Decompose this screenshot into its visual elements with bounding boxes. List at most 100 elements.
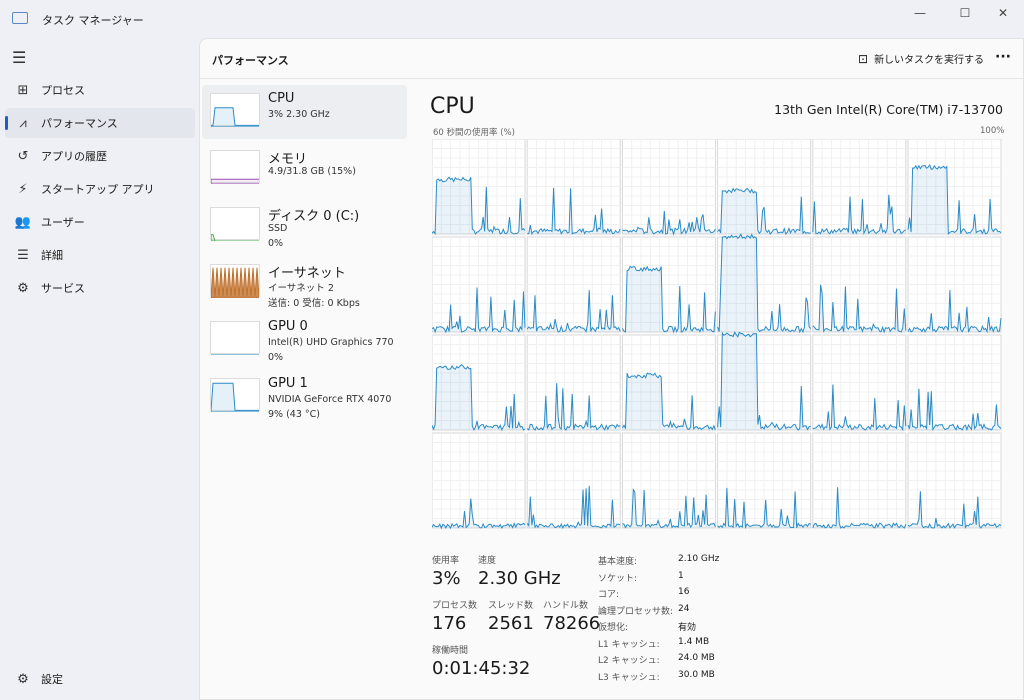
- new-task-icon: ⊡: [858, 51, 869, 66]
- spec-value: 30.0 MB: [678, 669, 715, 680]
- maximize-button[interactable]: ☐: [950, 6, 980, 24]
- logical-processor-graph: [432, 334, 526, 432]
- device-thumbnail-graph: [210, 264, 262, 299]
- device-thumbnail-graph: [210, 321, 261, 356]
- cpu-model: 13th Gen Intel(R) Core(TM) i7-13700: [774, 102, 1003, 117]
- spec-label: 論理プロセッサ数:: [598, 606, 674, 617]
- device-item[interactable]: CPU 3% 2.30 GHz: [202, 85, 407, 139]
- device-name: CPU: [268, 91, 295, 106]
- history-icon: ↺: [17, 148, 29, 164]
- device-detail: NVIDIA GeForce RTX 4070: [268, 394, 392, 405]
- run-new-task-button[interactable]: ⊡ 新しいタスクを実行する: [858, 51, 985, 67]
- close-button[interactable]: ✕: [988, 6, 1018, 24]
- uptime-label: 稼働時間: [432, 646, 469, 656]
- services-icon: ⚙: [17, 280, 29, 296]
- sidebar-item-5[interactable]: ☰ 詳細: [5, 240, 195, 270]
- device-name: イーサネット: [268, 266, 346, 281]
- logical-processor-graph: [526, 236, 621, 333]
- performance-icon: ⩘: [19, 115, 27, 131]
- spec-label: 仮想化:: [598, 623, 629, 633]
- sidebar-item-label: パフォーマンス: [41, 117, 118, 130]
- spec-label: L3 キャッシュ:: [598, 672, 660, 683]
- logical-processor-graph: [432, 432, 526, 530]
- sidebar-item-2[interactable]: ↺ アプリの履歴: [5, 141, 195, 171]
- processes-value: 176: [432, 613, 467, 634]
- device-thumbnail-graph: [210, 378, 262, 413]
- sidebar-item-1[interactable]: ⩘ パフォーマンス: [5, 108, 195, 138]
- device-detail: イーサネット 2: [268, 283, 334, 294]
- logical-processor-graph: [907, 334, 1002, 432]
- spec-value: 24.0 MB: [678, 653, 715, 663]
- spec-label: 基本速度:: [598, 557, 638, 567]
- more-options-button[interactable]: ···: [995, 49, 1011, 65]
- spec-label: L2 キャッシュ:: [598, 656, 660, 666]
- device-thumbnail-graph: [210, 93, 262, 128]
- sidebar-item-6[interactable]: ⚙ サービス: [5, 273, 195, 303]
- task-manager-icon: [12, 12, 28, 24]
- device-item[interactable]: ディスク 0 (C:) SSD 0%: [202, 199, 407, 253]
- page-header: パフォーマンス ⊡ 新しいタスクを実行する ···: [200, 39, 1024, 79]
- run-new-task-label: 新しいタスクを実行する: [874, 55, 985, 66]
- logical-processor-graph: [526, 432, 621, 529]
- device-name: ディスク 0 (C:): [268, 209, 360, 224]
- device-thumbnail-graph: [210, 207, 261, 242]
- handles-label: ハンドル数: [543, 601, 589, 611]
- logical-processor-graph: [526, 334, 621, 431]
- sidebar-item-label: 設定: [41, 673, 63, 686]
- logical-processor-graphs: [432, 139, 1002, 530]
- device-detail: 送信: 0 受信: 0 Kbps: [268, 298, 360, 309]
- sidebar-item-label: プロセス: [41, 84, 85, 97]
- logical-processor-graph: [432, 236, 526, 334]
- spec-value: 24: [678, 603, 690, 614]
- spec-value: 16: [678, 587, 690, 597]
- spec-value: 1.4 MB: [678, 636, 710, 647]
- sidebar-item-label: スタートアップ アプリ: [41, 183, 155, 196]
- spec-label: コア:: [598, 590, 620, 600]
- logical-processor-graph: [717, 432, 812, 530]
- device-name: GPU 1: [268, 376, 308, 391]
- logical-processor-graph: [812, 334, 907, 432]
- logical-processor-graph: [812, 432, 907, 529]
- device-item[interactable]: GPU 0 Intel(R) UHD Graphics 770 0%: [202, 313, 407, 367]
- device-item[interactable]: GPU 1 NVIDIA GeForce RTX 4070 9% (43 °C): [202, 370, 407, 424]
- logical-processor-graph: [621, 334, 716, 431]
- logical-processor-graph: [432, 139, 526, 236]
- title-bar: タスク マネージャー — ☐ ✕: [0, 0, 1024, 38]
- startup-icon: ⚡: [18, 181, 28, 197]
- sidebar-item-4[interactable]: 👥 ユーザー: [5, 207, 195, 237]
- logical-processor-graph: [526, 139, 621, 236]
- window-title: タスク マネージャー: [42, 14, 144, 27]
- device-detail: SSD: [268, 223, 288, 234]
- device-name: GPU 0: [268, 319, 308, 334]
- device-list: CPU 3% 2.30 GHz メモリ 4.9/31.8 GB (15%) ディスク…: [202, 85, 407, 427]
- gear-icon: ⚙: [17, 671, 29, 687]
- uptime-value: 0:01:45:32: [432, 658, 531, 679]
- hamburger-menu-icon[interactable]: ☰: [12, 48, 26, 67]
- device-item[interactable]: イーサネットイーサネット 2 送信: 0 受信: 0 Kbps: [202, 256, 407, 310]
- device-detail: 9% (43 °C): [268, 409, 320, 420]
- device-item[interactable]: メモリ 4.9/31.8 GB (15%): [202, 142, 407, 196]
- logical-processor-graph: [717, 331, 812, 431]
- users-icon: 👥: [14, 214, 32, 230]
- usage-label: 使用率: [432, 556, 460, 566]
- spec-label: ソケット:: [598, 573, 638, 584]
- spec-value: 1: [678, 570, 684, 581]
- usage-value: 3%: [432, 568, 461, 589]
- logical-processor-graph: [812, 236, 907, 334]
- graph-max-label: 100%: [980, 126, 1005, 136]
- speed-value: 2.30 GHz: [478, 568, 561, 589]
- page-title: パフォーマンス: [212, 54, 289, 67]
- spec-value: 2.10 GHz: [678, 554, 720, 564]
- sidebar-item-3[interactable]: ⚡ スタートアップ アプリ: [5, 174, 195, 204]
- processes-label: プロセス数: [432, 601, 478, 611]
- logical-processor-graph: [621, 236, 716, 334]
- threads-value: 2561: [488, 613, 534, 634]
- sidebar-item-0[interactable]: ⊞ プロセス: [5, 75, 195, 105]
- sidebar-item-settings[interactable]: ⚙ 設定: [5, 664, 195, 694]
- device-detail: Intel(R) UHD Graphics 770: [268, 337, 394, 348]
- device-detail: 0%: [268, 352, 284, 363]
- processes-icon: ⊞: [17, 82, 29, 98]
- logical-processor-graph: [907, 432, 1002, 529]
- spec-value: 有効: [678, 623, 697, 633]
- minimize-button[interactable]: —: [905, 6, 935, 24]
